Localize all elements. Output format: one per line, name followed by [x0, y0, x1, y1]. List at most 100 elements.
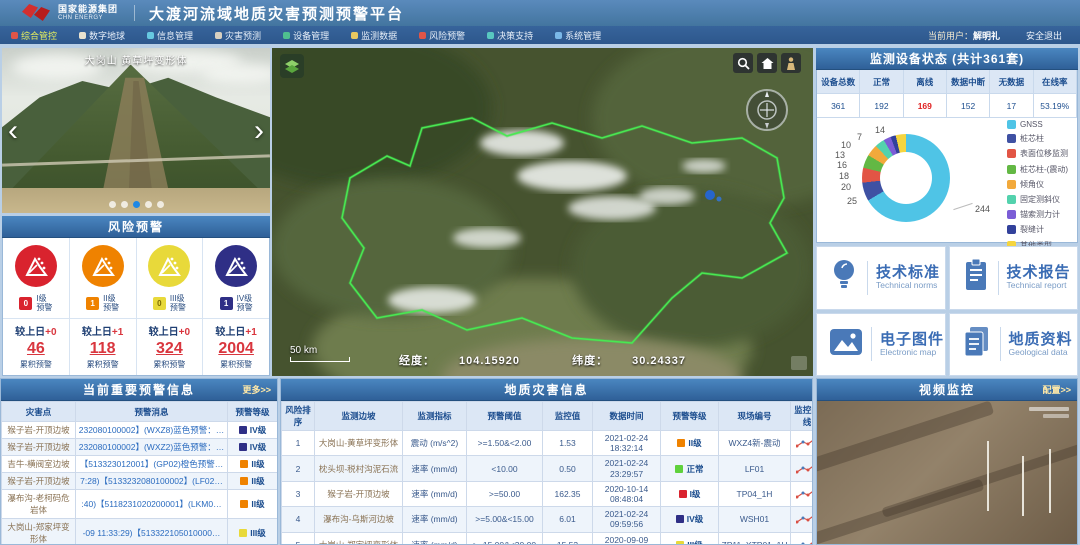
level-color-square [239, 426, 247, 434]
hazard-col-header: 预警阈值 [467, 402, 543, 431]
carousel-prev-button[interactable]: ‹ [4, 110, 22, 152]
carousel-dot-4[interactable] [145, 201, 152, 208]
carousel-dot-3[interactable] [133, 201, 140, 208]
legend-item-2[interactable]: 桩芯柱 [1007, 133, 1068, 144]
warning-row[interactable]: 大岗山-郑家坪变形体-09 11:33:29)【513322105010000…… [2, 519, 278, 545]
logout-button[interactable]: 安全退出 [1026, 29, 1062, 42]
level-color-square [675, 465, 683, 473]
hazard-info-header: 地质灾害信息 [281, 379, 812, 401]
quick-link-title: 地质资料 [1009, 331, 1073, 348]
warning-row[interactable]: 吉牛-横阀室边坡【513323012001】(GP02)橙色预警…II级 [2, 456, 278, 473]
carousel-next-button[interactable]: › [250, 110, 268, 152]
hazard-threshold: >=15.00&<30.00 [467, 532, 543, 545]
carousel-dots [2, 201, 270, 208]
risk-card-level-4[interactable]: 1IV级预警较上日+12004累积预警 [203, 238, 269, 375]
current-user-name: 解明礼 [973, 31, 1000, 41]
device-value: 169 [904, 94, 947, 118]
hazard-col-header: 风险排序 [282, 402, 315, 431]
risk-badge-count: 1 [86, 297, 99, 310]
warning-row[interactable]: 瀑布沟-老柯码危岩体:40)【5118231020200001】(LKM0…II… [2, 490, 278, 519]
warning-row[interactable]: 猴子岩-开顶边坡7:28)【5133232080100002】(LF02…II级 [2, 473, 278, 490]
legend-item-7[interactable]: 锚索测力计 [1007, 209, 1068, 220]
nav-item-4[interactable]: 灾害预测 [204, 26, 272, 44]
hazard-row[interactable]: 5大岗山-郑家坪变形体速率 (mm/d)>=15.00&<30.0015.532… [282, 532, 814, 545]
company-name-en: CHN ENERGY [58, 15, 118, 21]
device-col-header: 在线率 [1034, 70, 1077, 94]
legend-label: 桩芯柱-(震动) [1020, 164, 1068, 175]
device-value: 361 [817, 94, 860, 118]
map-view[interactable]: 50 km 经度：104.15920 纬度：30.24337 [272, 48, 813, 376]
quick-link-3[interactable]: 电子图件Electronic map [816, 313, 946, 377]
legend-item-5[interactable]: 倾角仪 [1007, 179, 1068, 190]
nav-item-7[interactable]: 风险预警 [408, 26, 476, 44]
quick-link-1[interactable]: 技术标准Technical norms [816, 246, 946, 310]
nav-item-1[interactable]: 综合管控 [0, 26, 68, 44]
layers-button[interactable] [280, 54, 304, 78]
map-home-button[interactable] [757, 53, 777, 73]
warning-message[interactable]: 232080100002】(WXZ8)蓝色预警：… [76, 422, 228, 439]
device-type-chart[interactable]: GNSS桩芯柱表面位移监测桩芯柱-(震动)倾角仪固定测斜仪锚索测力计裂缝计其他类… [817, 118, 1077, 242]
legend-item-3[interactable]: 表面位移监测 [1007, 148, 1068, 159]
site-photo-carousel: 大岗山 黄草坪变形体 ‹ › [2, 48, 270, 213]
warning-message[interactable]: 7:28)【5133232080100002】(LF02… [76, 473, 228, 490]
legend-item-4[interactable]: 桩芯柱-(震动) [1007, 164, 1068, 175]
image-icon [829, 328, 863, 361]
hazard-row[interactable]: 4瀑布沟-乌斯河边坡速率 (mm/d)>=5.00&<15.006.012021… [282, 507, 814, 532]
hazard-level-badge: IV级 [676, 513, 704, 525]
monitoring-curve-icon[interactable] [791, 431, 814, 456]
warning-message[interactable]: :40)【5118231020200001】(LKM0… [76, 490, 228, 519]
hazard-row[interactable]: 2枕头坝-税村沟泥石流速率 (mm/d)<10.000.502021-02-24… [282, 456, 814, 481]
map-pegman-button[interactable] [781, 53, 801, 73]
device-col-header: 正常 [860, 70, 903, 94]
warning-site: 吉牛-横阀室边坡 [2, 456, 76, 473]
nav-item-2[interactable]: 数字地球 [68, 26, 136, 44]
warning-level-badge: III级 [239, 527, 266, 539]
warning-more-link[interactable]: 更多>> [242, 379, 271, 400]
video-config-link[interactable]: 配置>> [1042, 379, 1071, 400]
map-search-button[interactable] [733, 53, 753, 73]
carousel-dot-5[interactable] [157, 201, 164, 208]
monitoring-curve-icon[interactable] [791, 481, 814, 506]
nav-item-8[interactable]: 决策支持 [476, 26, 544, 44]
nav-item-5[interactable]: 设备管理 [272, 26, 340, 44]
quick-link-4[interactable]: 地质资料Geological data [949, 313, 1079, 377]
hazard-rank: 5 [282, 532, 315, 545]
monitoring-curve-icon[interactable] [791, 456, 814, 481]
carousel-dot-1[interactable] [109, 201, 116, 208]
risk-total-count: 118 [70, 340, 136, 358]
warning-message[interactable]: 【513323012001】(GP02)橙色预警… [76, 456, 228, 473]
risk-badge-count: 0 [19, 297, 32, 310]
nav-item-3[interactable]: 信息管理 [136, 26, 204, 44]
monitoring-curve-icon[interactable] [791, 507, 814, 532]
warning-row[interactable]: 猴子岩-开顶边坡232080100002】(WXZ2)蓝色预警：…IV级 [2, 439, 278, 456]
quick-link-2[interactable]: 技术报告Technical report [949, 246, 1079, 310]
monitoring-curve-icon[interactable] [791, 532, 814, 545]
nav-item-9[interactable]: 系统管理 [544, 26, 612, 44]
legend-item-1[interactable]: GNSS [1007, 120, 1068, 129]
warning-site: 猴子岩-开顶边坡 [2, 439, 76, 456]
donut-value-label: 10 [841, 140, 851, 150]
risk-total-count: 46 [3, 340, 69, 358]
carousel-dot-2[interactable] [121, 201, 128, 208]
warning-message[interactable]: -09 11:33:29)【513322105010000… [76, 519, 228, 545]
legend-item-8[interactable]: 裂缝计 [1007, 224, 1068, 235]
search-icon [737, 57, 750, 70]
legend-item-6[interactable]: 固定测斜仪 [1007, 194, 1068, 205]
nav-item-6[interactable]: 监测数据 [340, 26, 408, 44]
nav-item-label: 灾害预测 [225, 29, 261, 42]
risk-badge-count: 1 [220, 297, 233, 310]
latitude-label: 纬度： [572, 355, 608, 367]
hazard-col-header: 预警等级 [661, 402, 719, 431]
warning-row[interactable]: 猴子岩-开顶边坡232080100002】(WXZ8)蓝色预警：…IV级 [2, 422, 278, 439]
video-feed[interactable] [817, 401, 1077, 545]
risk-card-level-3[interactable]: 0III级预警较上日+0324累积预警 [137, 238, 204, 375]
hazard-row[interactable]: 1大岗山-黄草坪变形体震动 (m/s^2)>=1.50&<2.001.53202… [282, 431, 814, 456]
compass-control[interactable] [745, 88, 789, 137]
warning-message[interactable]: 232080100002】(WXZ2)蓝色预警：… [76, 439, 228, 456]
hazard-row[interactable]: 3猴子岩-开顶边坡速率 (mm/d)>=50.00162.352020-10-1… [282, 481, 814, 506]
risk-card-level-1[interactable]: 0I级预警较上日+046累积预警 [3, 238, 70, 375]
hazard-indicator: 速率 (mm/d) [403, 481, 467, 506]
risk-card-level-2[interactable]: 1II级预警较上日+1118累积预警 [70, 238, 137, 375]
risk-level-label: III级预警 [170, 294, 186, 312]
risk-warning-panel: 风险预警 0I级预警较上日+046累积预警1II级预警较上日+1118累积预警0… [2, 216, 270, 376]
